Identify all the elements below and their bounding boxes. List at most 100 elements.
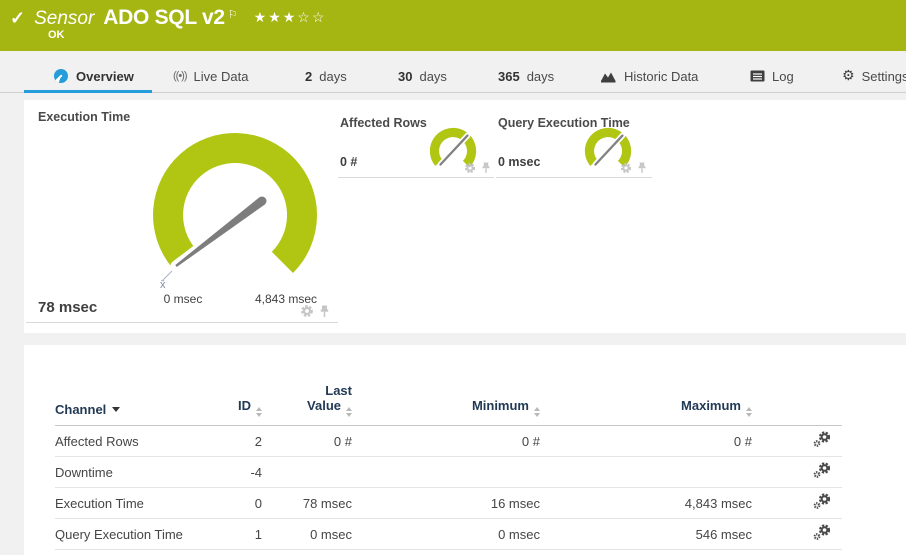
channel-name: Query Execution Time [55, 518, 195, 550]
sort-icon [534, 407, 540, 417]
sort-icon [746, 407, 752, 417]
gauges-panel: Execution Time x̄ 0 msec 4,843 msec 78 m… [24, 100, 906, 333]
sensor-title-row: ✓ Sensor ADO SQL v2 ⚐ ★★★☆☆ [10, 6, 326, 30]
sort-icon [346, 407, 352, 417]
mini-gauge-value: 0 # [340, 155, 358, 169]
sort-desc-icon [112, 407, 121, 412]
execution-time-gauge: x̄ [153, 133, 318, 291]
tab-bar: Overview ((•)) Live Data 2 days 30 days … [0, 60, 906, 93]
mini-gauge-value: 0 msec [498, 155, 541, 169]
column-header-maximum-label: Maximum [681, 398, 741, 413]
channel-settings-gears-icon[interactable] [812, 524, 832, 541]
channel-settings-gears-icon[interactable] [812, 493, 832, 510]
column-header-maximum[interactable]: Maximum [540, 383, 752, 426]
tab-historic-data[interactable]: Historic Data [600, 60, 698, 92]
column-header-minimum[interactable]: Minimum [352, 383, 540, 426]
tab-settings-label: Settings [861, 68, 906, 84]
column-header-last-value[interactable]: Last Value [262, 383, 352, 426]
object-kind-label: Sensor [34, 8, 95, 29]
priority-stars[interactable]: ★★★☆☆ [254, 9, 327, 26]
channel-table: Channel ID Last Value Minimum Maximum Af… [55, 383, 842, 550]
channel-last-value [262, 456, 352, 488]
tab-365-days[interactable]: 365 days [498, 60, 554, 92]
channel-minimum: 0 msec [352, 518, 540, 550]
channel-name: Downtime [55, 456, 195, 488]
tab-365-days-number: 365 [498, 68, 520, 84]
channel-last-value: 78 msec [262, 487, 352, 519]
table-row: Query Execution Time 1 0 msec 0 msec 546… [55, 518, 842, 550]
column-header-actions [752, 383, 842, 426]
area-chart-icon [601, 72, 616, 82]
gauge-min-label: 0 msec [163, 292, 203, 306]
average-marker: x̄ [160, 279, 166, 291]
tab-365-days-unit: days [526, 68, 555, 84]
divider [338, 177, 494, 178]
column-header-id-label: ID [238, 398, 251, 413]
tab-2-days-number: 2 [305, 68, 313, 84]
live-data-icon: ((•)) [173, 70, 187, 82]
log-list-icon [750, 70, 765, 82]
channel-last-value: 0 msec [262, 518, 352, 550]
prtg-sensor-page: ✓ Sensor ADO SQL v2 ⚐ ★★★☆☆ OK Overview … [0, 0, 906, 555]
tab-30-days[interactable]: 30 days [398, 60, 447, 92]
divider [26, 322, 338, 323]
main-gauge-value: 78 msec [38, 299, 98, 316]
sort-icon [256, 407, 262, 417]
status-badge: OK [48, 29, 65, 41]
tab-30-days-unit: days [419, 68, 447, 84]
channel-maximum: 4,843 msec [540, 487, 752, 519]
gauge-icon [54, 69, 68, 83]
status-check-icon: ✓ [10, 8, 26, 28]
column-header-channel[interactable]: Channel [55, 383, 195, 426]
tab-2-days[interactable]: 2 days [305, 60, 347, 92]
tab-overview[interactable]: Overview [53, 60, 134, 92]
channel-name: Execution Time [55, 487, 195, 519]
pin-icon[interactable] [637, 162, 647, 174]
channel-maximum [540, 456, 752, 488]
column-header-last-label: Last [325, 383, 352, 398]
gauge-settings-gear-icon[interactable] [300, 304, 314, 318]
tab-overview-label: Overview [76, 68, 134, 84]
divider [496, 177, 652, 178]
channel-id: 0 [195, 487, 262, 519]
flag-icon: ⚐ [227, 9, 238, 21]
table-header-row: Channel ID Last Value Minimum Maximum [55, 383, 842, 426]
tab-historic-data-label: Historic Data [624, 68, 699, 84]
sensor-name: ADO SQL v2 [103, 6, 225, 29]
channels-panel: Channel ID Last Value Minimum Maximum Af… [24, 345, 906, 555]
column-header-channel-label: Channel [55, 402, 107, 417]
column-header-minimum-label: Minimum [471, 398, 529, 413]
tab-log-label: Log [772, 68, 794, 84]
channel-name: Affected Rows [55, 425, 195, 457]
gauge-settings-gear-icon[interactable] [620, 162, 632, 174]
tab-settings[interactable]: ⚙ Settings [842, 60, 906, 92]
main-gauge-actions [300, 304, 330, 318]
active-tab-underline [24, 90, 152, 93]
tab-2-days-unit: days [319, 68, 347, 84]
tab-live-data-label: Live Data [193, 68, 249, 84]
tab-live-data[interactable]: ((•)) Live Data [173, 60, 248, 92]
gauge-settings-gear-icon[interactable] [464, 162, 476, 174]
channel-id: -4 [195, 456, 262, 488]
tab-30-days-number: 30 [398, 68, 413, 84]
channel-minimum: 16 msec [352, 487, 540, 519]
table-row: Affected Rows 2 0 # 0 # 0 # [55, 425, 842, 457]
channel-settings-gears-icon[interactable] [812, 431, 832, 448]
pin-icon[interactable] [481, 162, 491, 174]
tab-log[interactable]: Log [750, 60, 794, 92]
table-row: Downtime -4 [55, 456, 842, 488]
gear-icon: ⚙ [842, 68, 855, 84]
column-header-id[interactable]: ID [195, 383, 262, 426]
mini-gauge-actions [464, 162, 491, 174]
channel-id: 1 [195, 518, 262, 550]
channel-maximum: 0 # [540, 425, 752, 457]
mini-gauge-title: Affected Rows [340, 116, 427, 130]
pin-icon[interactable] [319, 305, 330, 318]
column-header-value-label: Value [307, 398, 341, 413]
channel-minimum: 0 # [352, 425, 540, 457]
channel-settings-gears-icon[interactable] [812, 462, 832, 479]
channel-id: 2 [195, 425, 262, 457]
sensor-status-header: ✓ Sensor ADO SQL v2 ⚐ ★★★☆☆ OK [0, 0, 906, 51]
mini-gauge-actions [620, 162, 647, 174]
channel-minimum [352, 456, 540, 488]
